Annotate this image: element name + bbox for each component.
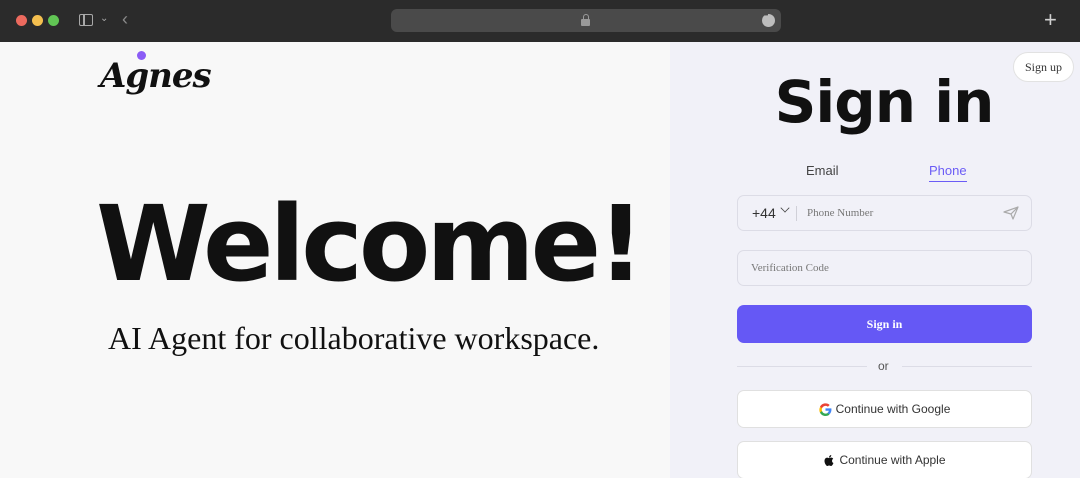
address-bar[interactable] bbox=[391, 9, 781, 32]
close-window-button[interactable] bbox=[16, 15, 27, 26]
send-icon[interactable] bbox=[1003, 206, 1019, 220]
hero-headline: Welcome! bbox=[96, 183, 645, 305]
tab-email[interactable]: Email bbox=[806, 163, 839, 178]
country-code-select[interactable]: +44 bbox=[752, 205, 776, 221]
google-signin-label: Continue with Google bbox=[835, 402, 951, 416]
or-label: or bbox=[878, 359, 889, 373]
brand-logo[interactable]: Agnes bbox=[100, 50, 212, 110]
tab-phone[interactable]: Phone bbox=[929, 163, 967, 182]
apple-signin-button[interactable]: Continue with Apple bbox=[737, 441, 1032, 478]
divider bbox=[902, 366, 1032, 367]
browser-toolbar: ⌄ ‹ + bbox=[0, 0, 1080, 42]
verification-code-field[interactable]: Verification Code bbox=[737, 250, 1032, 286]
chevron-down-icon[interactable]: ⌄ bbox=[100, 13, 108, 24]
more-icon[interactable] bbox=[762, 12, 775, 27]
logo-text: Agnes bbox=[100, 56, 212, 96]
plus-icon[interactable]: + bbox=[1044, 7, 1057, 33]
chevron-down-icon[interactable] bbox=[780, 203, 790, 213]
back-icon[interactable]: ‹ bbox=[122, 9, 128, 29]
signin-panel: Sign up Sign in Email Phone +44 Phone Nu… bbox=[670, 42, 1080, 478]
phone-field[interactable]: +44 Phone Number bbox=[737, 195, 1032, 231]
apple-signin-label: Continue with Apple bbox=[839, 453, 946, 467]
minimize-window-button[interactable] bbox=[32, 15, 43, 26]
divider bbox=[796, 206, 797, 221]
hero-tagline: AI Agent for collaborative workspace. bbox=[108, 320, 600, 356]
google-signin-button[interactable]: Continue with Google bbox=[737, 390, 1032, 428]
divider bbox=[737, 366, 867, 367]
phone-number-input[interactable]: Phone Number bbox=[807, 207, 873, 219]
signin-button[interactable]: Sign in bbox=[737, 305, 1032, 343]
hero-panel: Agnes Welcome! AI Agent for collaborativ… bbox=[0, 42, 670, 478]
maximize-window-button[interactable] bbox=[48, 15, 59, 26]
sidebar-icon[interactable] bbox=[79, 14, 93, 26]
verification-code-input[interactable]: Verification Code bbox=[751, 262, 829, 274]
google-icon bbox=[818, 402, 832, 416]
apple-icon bbox=[824, 454, 834, 466]
lock-icon bbox=[581, 14, 590, 26]
signin-title: Sign in bbox=[774, 68, 995, 136]
